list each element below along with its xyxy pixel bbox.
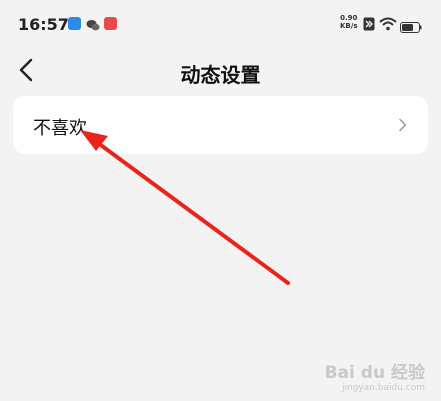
app-notification-icon <box>68 17 81 30</box>
settings-item-label: 不喜欢 <box>33 118 87 139</box>
navigation-bar: 动态设置 <box>0 46 441 98</box>
network-speed-value: 0.90 <box>340 14 358 22</box>
network-speed: 0.90 KB/s <box>340 14 357 30</box>
status-bar: 16:57 0.90 KB/s <box>0 0 441 46</box>
wifi-icon <box>379 16 397 35</box>
wechat-icon <box>86 17 100 31</box>
app-notification-icon <box>104 17 117 30</box>
nfc-icon <box>363 16 375 35</box>
status-time: 16:57 <box>18 15 69 34</box>
watermark: Bai du 经验 jingyan.baidu.com <box>325 358 425 393</box>
settings-item-dislike[interactable]: 不喜欢 <box>13 96 428 154</box>
watermark-url: jingyan.baidu.com <box>341 383 425 393</box>
page-title: 动态设置 <box>180 63 261 87</box>
battery-icon <box>400 18 422 37</box>
watermark-brand: Bai du 经验 <box>324 363 425 383</box>
chevron-right-icon <box>399 118 407 132</box>
network-speed-unit: KB/s <box>340 22 358 30</box>
